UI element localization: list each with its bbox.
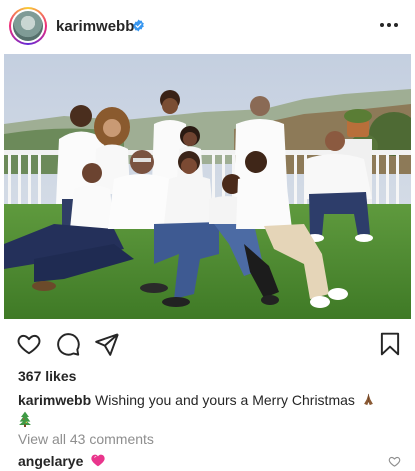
post-photo[interactable]: [4, 54, 411, 319]
post-username[interactable]: karimwebb: [56, 18, 134, 35]
verified-badge-icon: [133, 19, 144, 32]
christmas-tree-emoji-icon: [19, 411, 31, 427]
avatar: [13, 11, 43, 41]
family-photo-image: [4, 54, 411, 319]
avatar-story-ring[interactable]: [9, 7, 47, 45]
heart-outline-icon[interactable]: [16, 331, 42, 357]
more-options-icon[interactable]: [377, 14, 401, 36]
paper-plane-icon[interactable]: [94, 331, 120, 357]
post-actions-bar: [0, 331, 415, 357]
comment-bubble-icon[interactable]: [55, 331, 81, 357]
bookmark-icon[interactable]: [377, 331, 403, 357]
view-all-comments-link[interactable]: View all 43 comments: [18, 431, 154, 447]
caption-username[interactable]: karimwebb: [18, 392, 91, 408]
folded-hands-emoji-icon: [363, 393, 373, 406]
likes-count[interactable]: 367 likes: [18, 368, 76, 384]
comment-row: angelarye: [18, 453, 105, 469]
comment-username[interactable]: angelarye: [18, 453, 83, 469]
post-header: karimwebb: [0, 0, 415, 54]
caption-text: Wishing you and yours a Merry Christmas: [95, 392, 355, 408]
small-heart-outline-icon[interactable]: [388, 455, 401, 468]
pink-heart-emoji-icon: [91, 454, 105, 467]
post-caption: karimwebb Wishing you and yours a Merry …: [18, 391, 408, 427]
